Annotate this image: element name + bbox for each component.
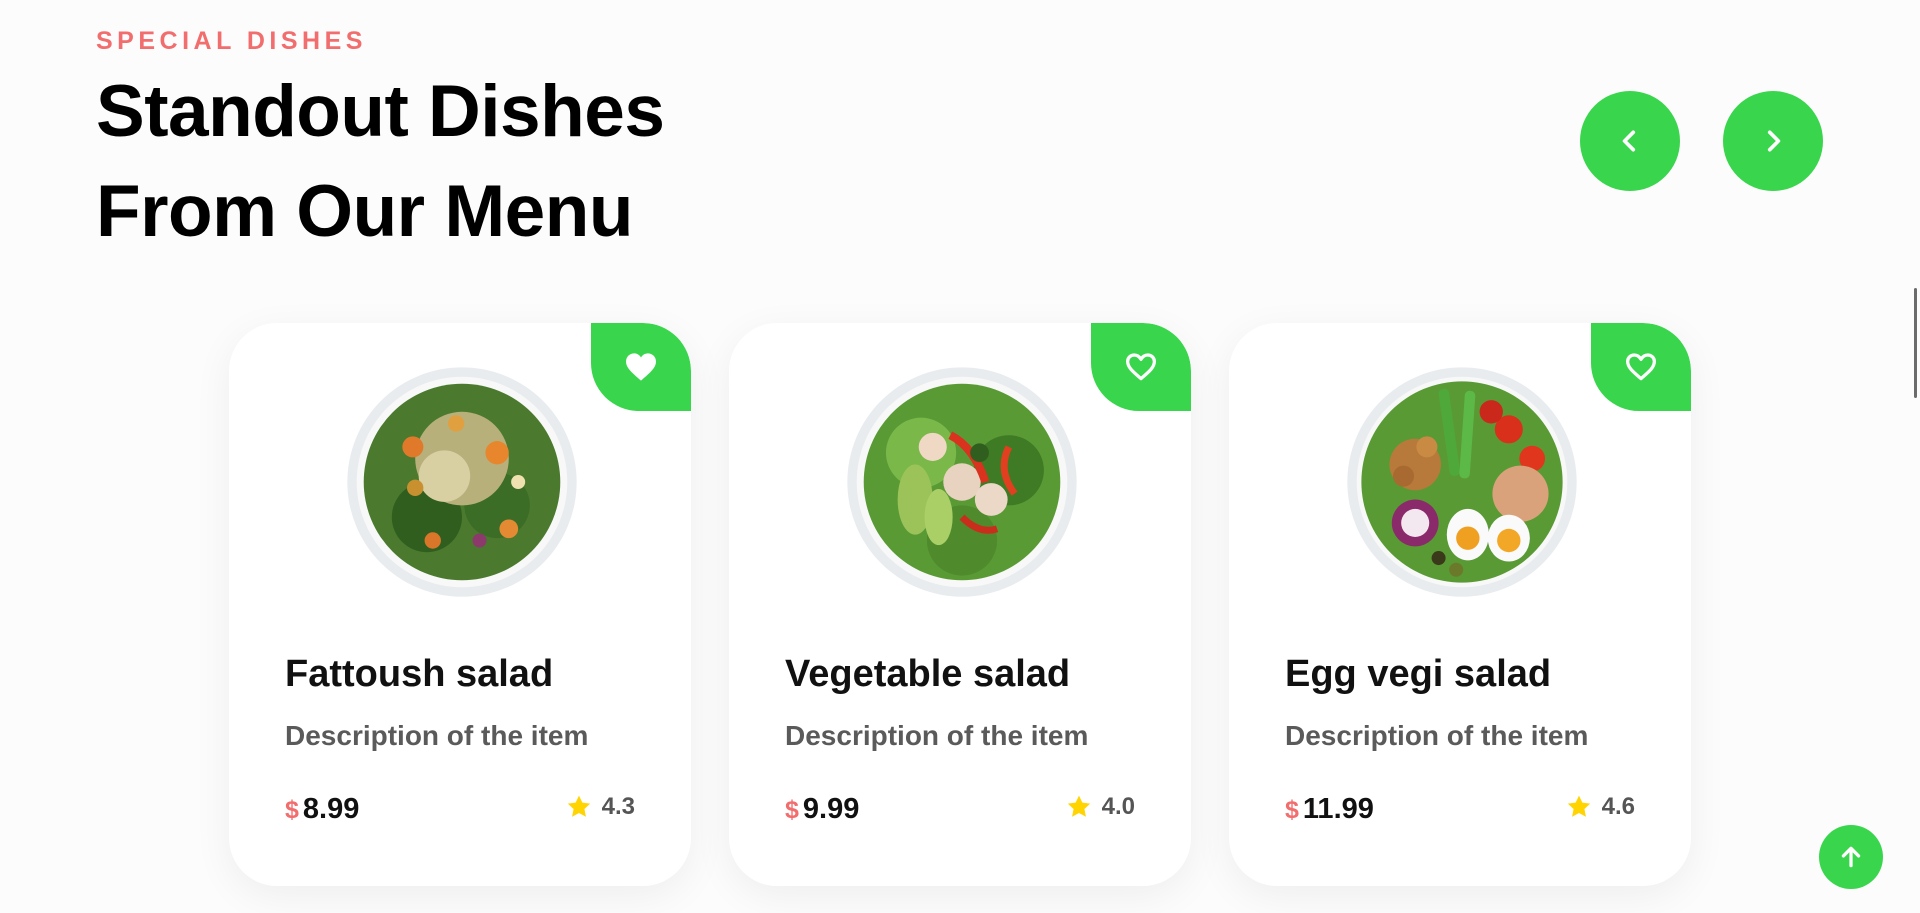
favorite-button[interactable]	[1091, 323, 1191, 411]
dish-description: Description of the item	[285, 720, 589, 751]
price-value: 11.99	[1302, 793, 1374, 825]
dish-name: Fattoush salad	[285, 653, 554, 695]
star-icon	[1567, 795, 1590, 817]
salad-bowl-image	[1347, 367, 1577, 597]
rating-value: 4.0	[1101, 793, 1135, 820]
dish-price: $8.99	[285, 793, 359, 826]
dish-name: Vegetable salad	[785, 653, 1071, 695]
heart-outline-icon	[1626, 353, 1657, 381]
rating-value: 4.3	[601, 793, 635, 820]
dish-image	[845, 365, 1079, 599]
star-icon	[567, 795, 590, 817]
heart-outline-icon	[1126, 353, 1157, 381]
arrow-up-icon	[1841, 846, 1861, 868]
dish-image	[1345, 365, 1579, 599]
scroll-to-top-button[interactable]	[1819, 825, 1883, 889]
dish-card-fattoush[interactable]: Fattoush salad Description of the item $…	[229, 323, 691, 886]
section-title: Standout Dishes From Our Menu	[96, 62, 665, 262]
rating-value: 4.6	[1601, 793, 1635, 820]
dish-image	[345, 365, 579, 599]
price-value: 8.99	[302, 793, 360, 825]
currency-symbol: $	[1285, 796, 1299, 824]
heart-icon	[626, 353, 656, 381]
carousel-next-button[interactable]	[1723, 91, 1823, 191]
chevron-left-icon	[1622, 130, 1636, 152]
dish-rating: 4.3	[566, 793, 635, 821]
dish-name: Egg vegi salad	[1285, 653, 1552, 695]
page-scrollbar[interactable]	[1914, 288, 1917, 398]
price-value: 9.99	[802, 793, 860, 825]
dish-rating: 4.6	[1566, 793, 1635, 821]
section-title-line-2: From Our Menu	[96, 171, 633, 252]
dish-rating: 4.0	[1066, 793, 1135, 821]
dish-description: Description of the item	[785, 720, 1089, 751]
dish-card-vegetable[interactable]: Vegetable salad Description of the item …	[729, 323, 1191, 886]
favorite-button[interactable]	[1591, 323, 1691, 411]
salad-bowl-image	[347, 367, 577, 597]
currency-symbol: $	[785, 796, 799, 824]
favorite-button[interactable]	[591, 323, 691, 411]
section-eyebrow: SPECIAL DISHES	[96, 27, 367, 55]
dish-price: $11.99	[1285, 793, 1374, 826]
dish-card-egg-vegi[interactable]: Egg vegi salad Description of the item $…	[1229, 323, 1691, 886]
dish-price: $9.99	[785, 793, 859, 826]
salad-bowl-image	[847, 367, 1077, 597]
currency-symbol: $	[285, 796, 299, 824]
chevron-right-icon	[1767, 130, 1781, 152]
star-icon	[1067, 795, 1090, 817]
dish-description: Description of the item	[1285, 720, 1589, 751]
section-title-line-1: Standout Dishes	[96, 71, 665, 152]
carousel-prev-button[interactable]	[1580, 91, 1680, 191]
